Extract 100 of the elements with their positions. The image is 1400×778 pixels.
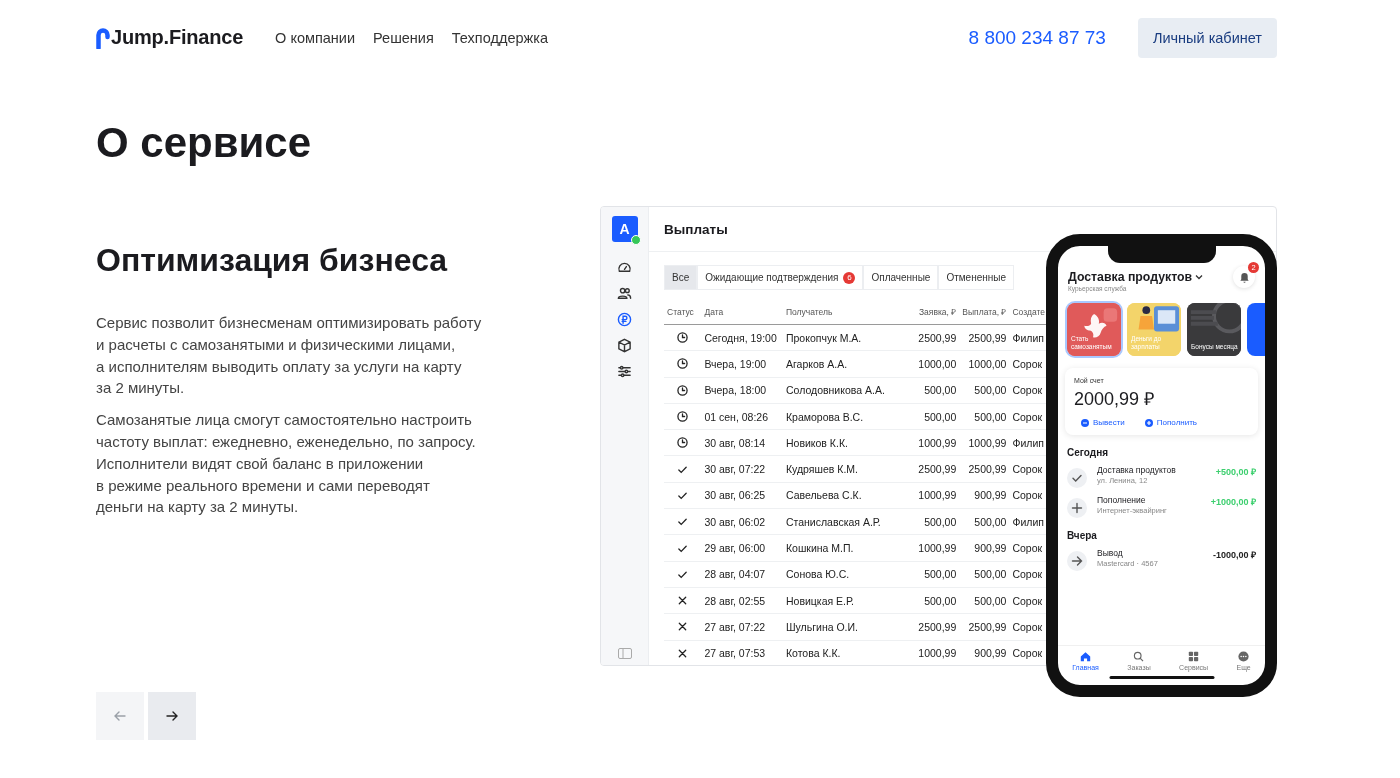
bell-icon xyxy=(1238,271,1250,283)
table-cell: 28 авг, 02:55 xyxy=(701,587,783,614)
table-cell: 1000,00 xyxy=(959,350,1010,378)
column-header[interactable]: Получатель xyxy=(782,299,901,325)
table-cell: Сегодня, 19:00 xyxy=(701,324,783,351)
column-header[interactable]: Дата xyxy=(701,299,783,325)
cross-icon xyxy=(677,647,689,659)
table-cell: 27 авг, 07:22 xyxy=(701,613,783,641)
table-cell: 28 авг, 04:07 xyxy=(701,561,783,588)
minus-icon xyxy=(1081,418,1089,427)
column-header[interactable]: Заявка, ₽ xyxy=(900,299,960,325)
clock-icon xyxy=(677,411,689,423)
search-icon xyxy=(1133,651,1145,662)
count-badge: 6 xyxy=(843,271,856,284)
table-cell: 500,00 xyxy=(900,508,960,535)
table-cell: 900,99 xyxy=(959,640,1010,665)
app-title[interactable]: Доставка продуктов xyxy=(1068,270,1193,284)
chevron-icon[interactable] xyxy=(1195,274,1204,280)
table-cell: 500,00 xyxy=(900,377,960,404)
plus-icon xyxy=(1067,498,1087,518)
table-cell: 500,00 xyxy=(959,403,1010,430)
tab[interactable]: Ожидающие подтверждения 6 xyxy=(697,265,864,290)
gauge-icon[interactable] xyxy=(617,260,632,275)
table-cell: 500,00 xyxy=(959,561,1010,588)
table-cell: 30 авг, 06:25 xyxy=(701,482,783,509)
table-cell: 1000,99 xyxy=(900,482,960,509)
arrow-left-icon xyxy=(113,709,127,723)
table-cell: 01 сен, 08:26 xyxy=(701,403,783,430)
home-icon xyxy=(1080,651,1092,662)
table-cell: 1000,99 xyxy=(900,429,960,456)
table-cell: Вчера, 19:00 xyxy=(701,350,783,378)
box-icon[interactable] xyxy=(617,338,632,353)
table-cell: 500,00 xyxy=(959,508,1010,535)
table-cell: Шульгина О.И. xyxy=(782,613,901,641)
table-cell: Савельева С.К. xyxy=(782,482,901,509)
table-cell: 2500,99 xyxy=(959,324,1010,351)
cabinet-button[interactable]: Личный кабинет xyxy=(1137,17,1277,58)
transaction-amount: -1000,00 ₽ xyxy=(1212,549,1256,561)
transaction-title: Пополнение xyxy=(1097,495,1147,505)
check-icon xyxy=(1067,468,1087,488)
more-icon xyxy=(1238,651,1250,662)
table-cell: Кошкина М.П. xyxy=(782,534,901,562)
table-cell: Сонова Ю.С. xyxy=(782,561,901,588)
sliders-icon[interactable] xyxy=(617,364,632,379)
table-cell: Кудряшев К.М. xyxy=(782,456,901,483)
column-header[interactable]: Статус xyxy=(664,299,702,325)
table-cell: Агарков А.А. xyxy=(782,350,901,378)
table-cell: 500,00 xyxy=(959,587,1010,614)
clock-icon xyxy=(677,332,689,344)
sidebar-toggle-icon[interactable] xyxy=(617,648,632,659)
transaction-amount: +500,00 ₽ xyxy=(1215,466,1256,478)
nav-link[interactable]: Техподдержка xyxy=(451,29,548,46)
tab[interactable]: Все xyxy=(664,265,698,290)
paragraph: Сервис позволит бизнесменам оптимизировать работу и расчеты с самозанятыми и физическими лицами, а исполнителям выводить оплату за услуги на карту за 2 минуты. xyxy=(96,313,483,399)
clock-icon xyxy=(677,358,689,370)
account-action[interactable]: Пополнить xyxy=(1144,418,1198,427)
avatar[interactable]: A xyxy=(611,216,638,242)
phone-number[interactable]: 8 800 234 87 73 xyxy=(968,26,1106,49)
ruble-icon[interactable] xyxy=(617,312,632,327)
transaction-amount: +1000,00 ₽ xyxy=(1210,496,1256,508)
table-cell: 1000,00 xyxy=(900,350,960,378)
table-cell: 500,00 xyxy=(959,377,1010,404)
nav-link[interactable]: Решения xyxy=(373,29,434,46)
table-cell: 1000,99 xyxy=(900,640,960,665)
clock-icon xyxy=(677,437,689,449)
check-icon xyxy=(677,516,689,528)
nav-link[interactable]: О компании xyxy=(275,29,356,46)
table-cell: 500,00 xyxy=(900,561,960,588)
account-action[interactable]: Вывести xyxy=(1081,418,1125,427)
logo-text[interactable]: Jump.Finance xyxy=(111,26,244,49)
group-title: Сегодня xyxy=(1067,447,1109,458)
table-cell: 2500,99 xyxy=(900,456,960,483)
table-cell: 2500,99 xyxy=(959,613,1010,641)
tab[interactable]: Отмененные xyxy=(938,265,1015,290)
paragraph: Самозанятые лица смогут самостоятельно настроить частоту выплат: ежедневно, еженедельно, по запросу. Исполнители видят свой баланс в приложении в режиме реального времени и сами переводят деньги на карту за 2 минуты. xyxy=(96,410,477,518)
table-cell: 27 авг, 07:53 xyxy=(701,640,783,665)
table-cell: Новиков К.К. xyxy=(782,429,901,456)
arrow-right-icon xyxy=(165,709,179,723)
table-cell: Краморова В.С. xyxy=(782,403,901,430)
users-icon[interactable] xyxy=(617,286,632,301)
logo-icon xyxy=(96,26,110,49)
group-title: Вчера xyxy=(1067,530,1098,541)
table-cell: 30 авг, 06:02 xyxy=(701,508,783,535)
table-cell: 900,99 xyxy=(959,534,1010,562)
tab[interactable]: Оплаченные xyxy=(863,265,939,290)
section-heading: Оптимизация бизнеса xyxy=(96,241,449,279)
table-cell: 500,00 xyxy=(900,587,960,614)
table-cell: 900,99 xyxy=(959,482,1010,509)
table-cell: 29 авг, 06:00 xyxy=(701,534,783,562)
table-cell: Прокопчук М.А. xyxy=(782,324,901,351)
table-cell: 1000,99 xyxy=(959,429,1010,456)
table-cell: 30 авг, 07:22 xyxy=(701,456,783,483)
page-title: О сервисе xyxy=(96,118,313,168)
grid-icon xyxy=(1188,651,1200,662)
cross-icon xyxy=(677,621,689,633)
table-cell: Солодовникова А.А. xyxy=(782,377,901,404)
cross-icon xyxy=(677,595,689,607)
table-cell: 30 авг, 08:14 xyxy=(701,429,783,456)
table-cell: 500,00 xyxy=(900,403,960,430)
column-header[interactable]: Выплата, ₽ xyxy=(959,299,1010,325)
